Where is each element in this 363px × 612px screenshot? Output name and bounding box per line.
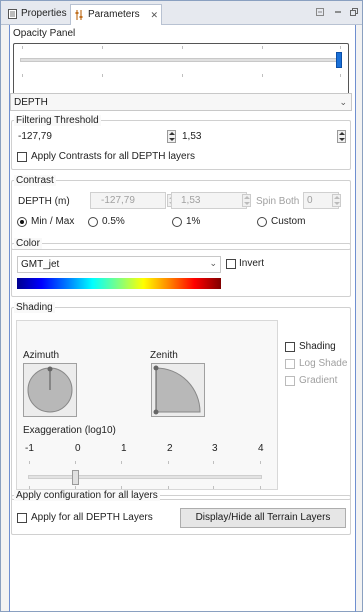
dash-icon[interactable] bbox=[333, 7, 343, 17]
apply-contrasts-label: Apply Contrasts for all DEPTH layers bbox=[31, 151, 195, 162]
chevron-down-icon: ⌄ bbox=[209, 258, 217, 268]
opacity-slider-thumb[interactable] bbox=[336, 52, 342, 68]
filtering-min-value[interactable]: -127,79 bbox=[18, 131, 52, 142]
zenith-label: Zenith bbox=[150, 350, 178, 361]
maximize-icon[interactable] bbox=[349, 7, 359, 17]
azimuth-dial[interactable] bbox=[23, 363, 77, 417]
opacity-panel-title: Opacity Panel bbox=[13, 28, 76, 39]
layer-select[interactable]: DEPTH ⌄ bbox=[10, 93, 352, 111]
invert-checkbox[interactable] bbox=[226, 259, 236, 269]
filtering-title: Filtering Threshold bbox=[14, 115, 101, 126]
radio-half-percent[interactable] bbox=[88, 217, 98, 227]
palette-select[interactable]: GMT_jet ⌄ bbox=[17, 256, 221, 273]
layer-select-value: DEPTH bbox=[14, 97, 48, 108]
contrast-group: Contrast DEPTH (m) -127,79 1,53 Spin Bot… bbox=[11, 175, 351, 250]
filtering-min-spinner[interactable] bbox=[167, 130, 176, 143]
color-title: Color bbox=[14, 238, 42, 249]
invert-label: Invert bbox=[239, 258, 265, 269]
radio-half-percent-label: 0.5% bbox=[102, 216, 125, 227]
spin-both-value: 0 bbox=[307, 195, 313, 206]
scale-label-neg1: -1 bbox=[25, 443, 34, 454]
scale-label-3: 3 bbox=[212, 443, 218, 454]
display-hide-terrain-button[interactable]: Display/Hide all Terrain Layers bbox=[180, 508, 346, 528]
tab-properties-label: Properties bbox=[21, 8, 67, 19]
depth-label: DEPTH (m) bbox=[18, 196, 70, 207]
parameters-content: Opacity Panel DEPTH ⌄ Filtering Threshol… bbox=[10, 25, 355, 611]
log-shade-checkbox[interactable] bbox=[285, 359, 295, 369]
contrast-max-input[interactable]: 1,53 bbox=[171, 192, 247, 209]
shading-checkbox-label: Shading bbox=[299, 341, 336, 352]
minimize-icon[interactable] bbox=[315, 7, 325, 17]
filtering-max-value[interactable]: 1,53 bbox=[182, 131, 201, 142]
scale-label-1: 1 bbox=[121, 443, 127, 454]
palette-value: GMT_jet bbox=[21, 259, 60, 270]
parameters-window: Properties Parameters view ✕ Opacity Pan… bbox=[0, 0, 363, 612]
azimuth-label: Azimuth bbox=[23, 350, 60, 361]
radio-one-percent[interactable] bbox=[172, 217, 182, 227]
zenith-dial[interactable] bbox=[151, 363, 205, 417]
parameters-icon bbox=[75, 10, 83, 20]
apply-contrasts-checkbox[interactable] bbox=[17, 152, 27, 162]
apply-configuration-title: Apply configuration for all layers bbox=[14, 490, 160, 501]
spin-both-label: Spin Both : bbox=[256, 196, 305, 207]
color-group: Color GMT_jet ⌄ Invert bbox=[11, 238, 351, 297]
radio-custom-label: Custom bbox=[271, 216, 306, 227]
close-icon[interactable]: ✕ bbox=[150, 5, 158, 25]
shading-group: Shading Azimuth Zenith Exaggeration (log… bbox=[11, 302, 351, 500]
radio-custom[interactable] bbox=[257, 217, 267, 227]
contrast-max-spinner[interactable] bbox=[242, 194, 251, 207]
gradient-label: Gradient bbox=[299, 375, 338, 386]
exaggeration-label: Exaggeration (log10) bbox=[23, 425, 116, 436]
tab-bar: Properties Parameters view ✕ bbox=[1, 1, 362, 40]
shading-checkbox[interactable] bbox=[285, 342, 295, 352]
opacity-slider-track[interactable] bbox=[20, 58, 340, 62]
gradient-checkbox[interactable] bbox=[285, 376, 295, 386]
colormap-bar bbox=[17, 278, 221, 289]
exaggeration-slider-track[interactable] bbox=[28, 475, 262, 479]
tab-properties[interactable]: Properties bbox=[4, 4, 70, 25]
spin-both-spinner[interactable] bbox=[332, 194, 341, 207]
contrast-min-input[interactable]: -127,79 bbox=[90, 192, 166, 209]
apply-all-label: Apply for all DEPTH Layers bbox=[31, 512, 153, 523]
zenith-dial-icon bbox=[153, 365, 201, 415]
radio-min-max[interactable] bbox=[17, 217, 27, 227]
apply-configuration-group: Apply configuration for all layers Apply… bbox=[11, 490, 351, 535]
azimuth-dial-icon bbox=[27, 366, 73, 413]
contrast-title: Contrast bbox=[14, 175, 56, 186]
tab-parameters-view[interactable]: Parameters view ✕ bbox=[70, 4, 162, 40]
scale-label-2: 2 bbox=[167, 443, 173, 454]
shading-title: Shading bbox=[14, 302, 55, 313]
panel-border-right bbox=[355, 25, 356, 612]
exaggeration-slider-thumb[interactable] bbox=[72, 470, 79, 485]
contrast-min-value: -127,79 bbox=[101, 195, 135, 206]
chevron-down-icon: ⌄ bbox=[339, 97, 347, 107]
properties-icon bbox=[8, 9, 17, 19]
opacity-slider-box bbox=[13, 43, 349, 95]
scale-label-0: 0 bbox=[75, 443, 81, 454]
radio-one-percent-label: 1% bbox=[186, 216, 201, 227]
radio-min-max-label: Min / Max bbox=[31, 216, 75, 227]
scale-label-4: 4 bbox=[258, 443, 264, 454]
log-shade-label: Log Shade bbox=[299, 358, 348, 369]
contrast-max-value: 1,53 bbox=[181, 195, 201, 206]
apply-all-checkbox[interactable] bbox=[17, 513, 27, 523]
filtering-max-spinner[interactable] bbox=[337, 130, 346, 143]
filtering-threshold-group: Filtering Threshold -127,79 1,53 Apply C… bbox=[11, 115, 351, 170]
